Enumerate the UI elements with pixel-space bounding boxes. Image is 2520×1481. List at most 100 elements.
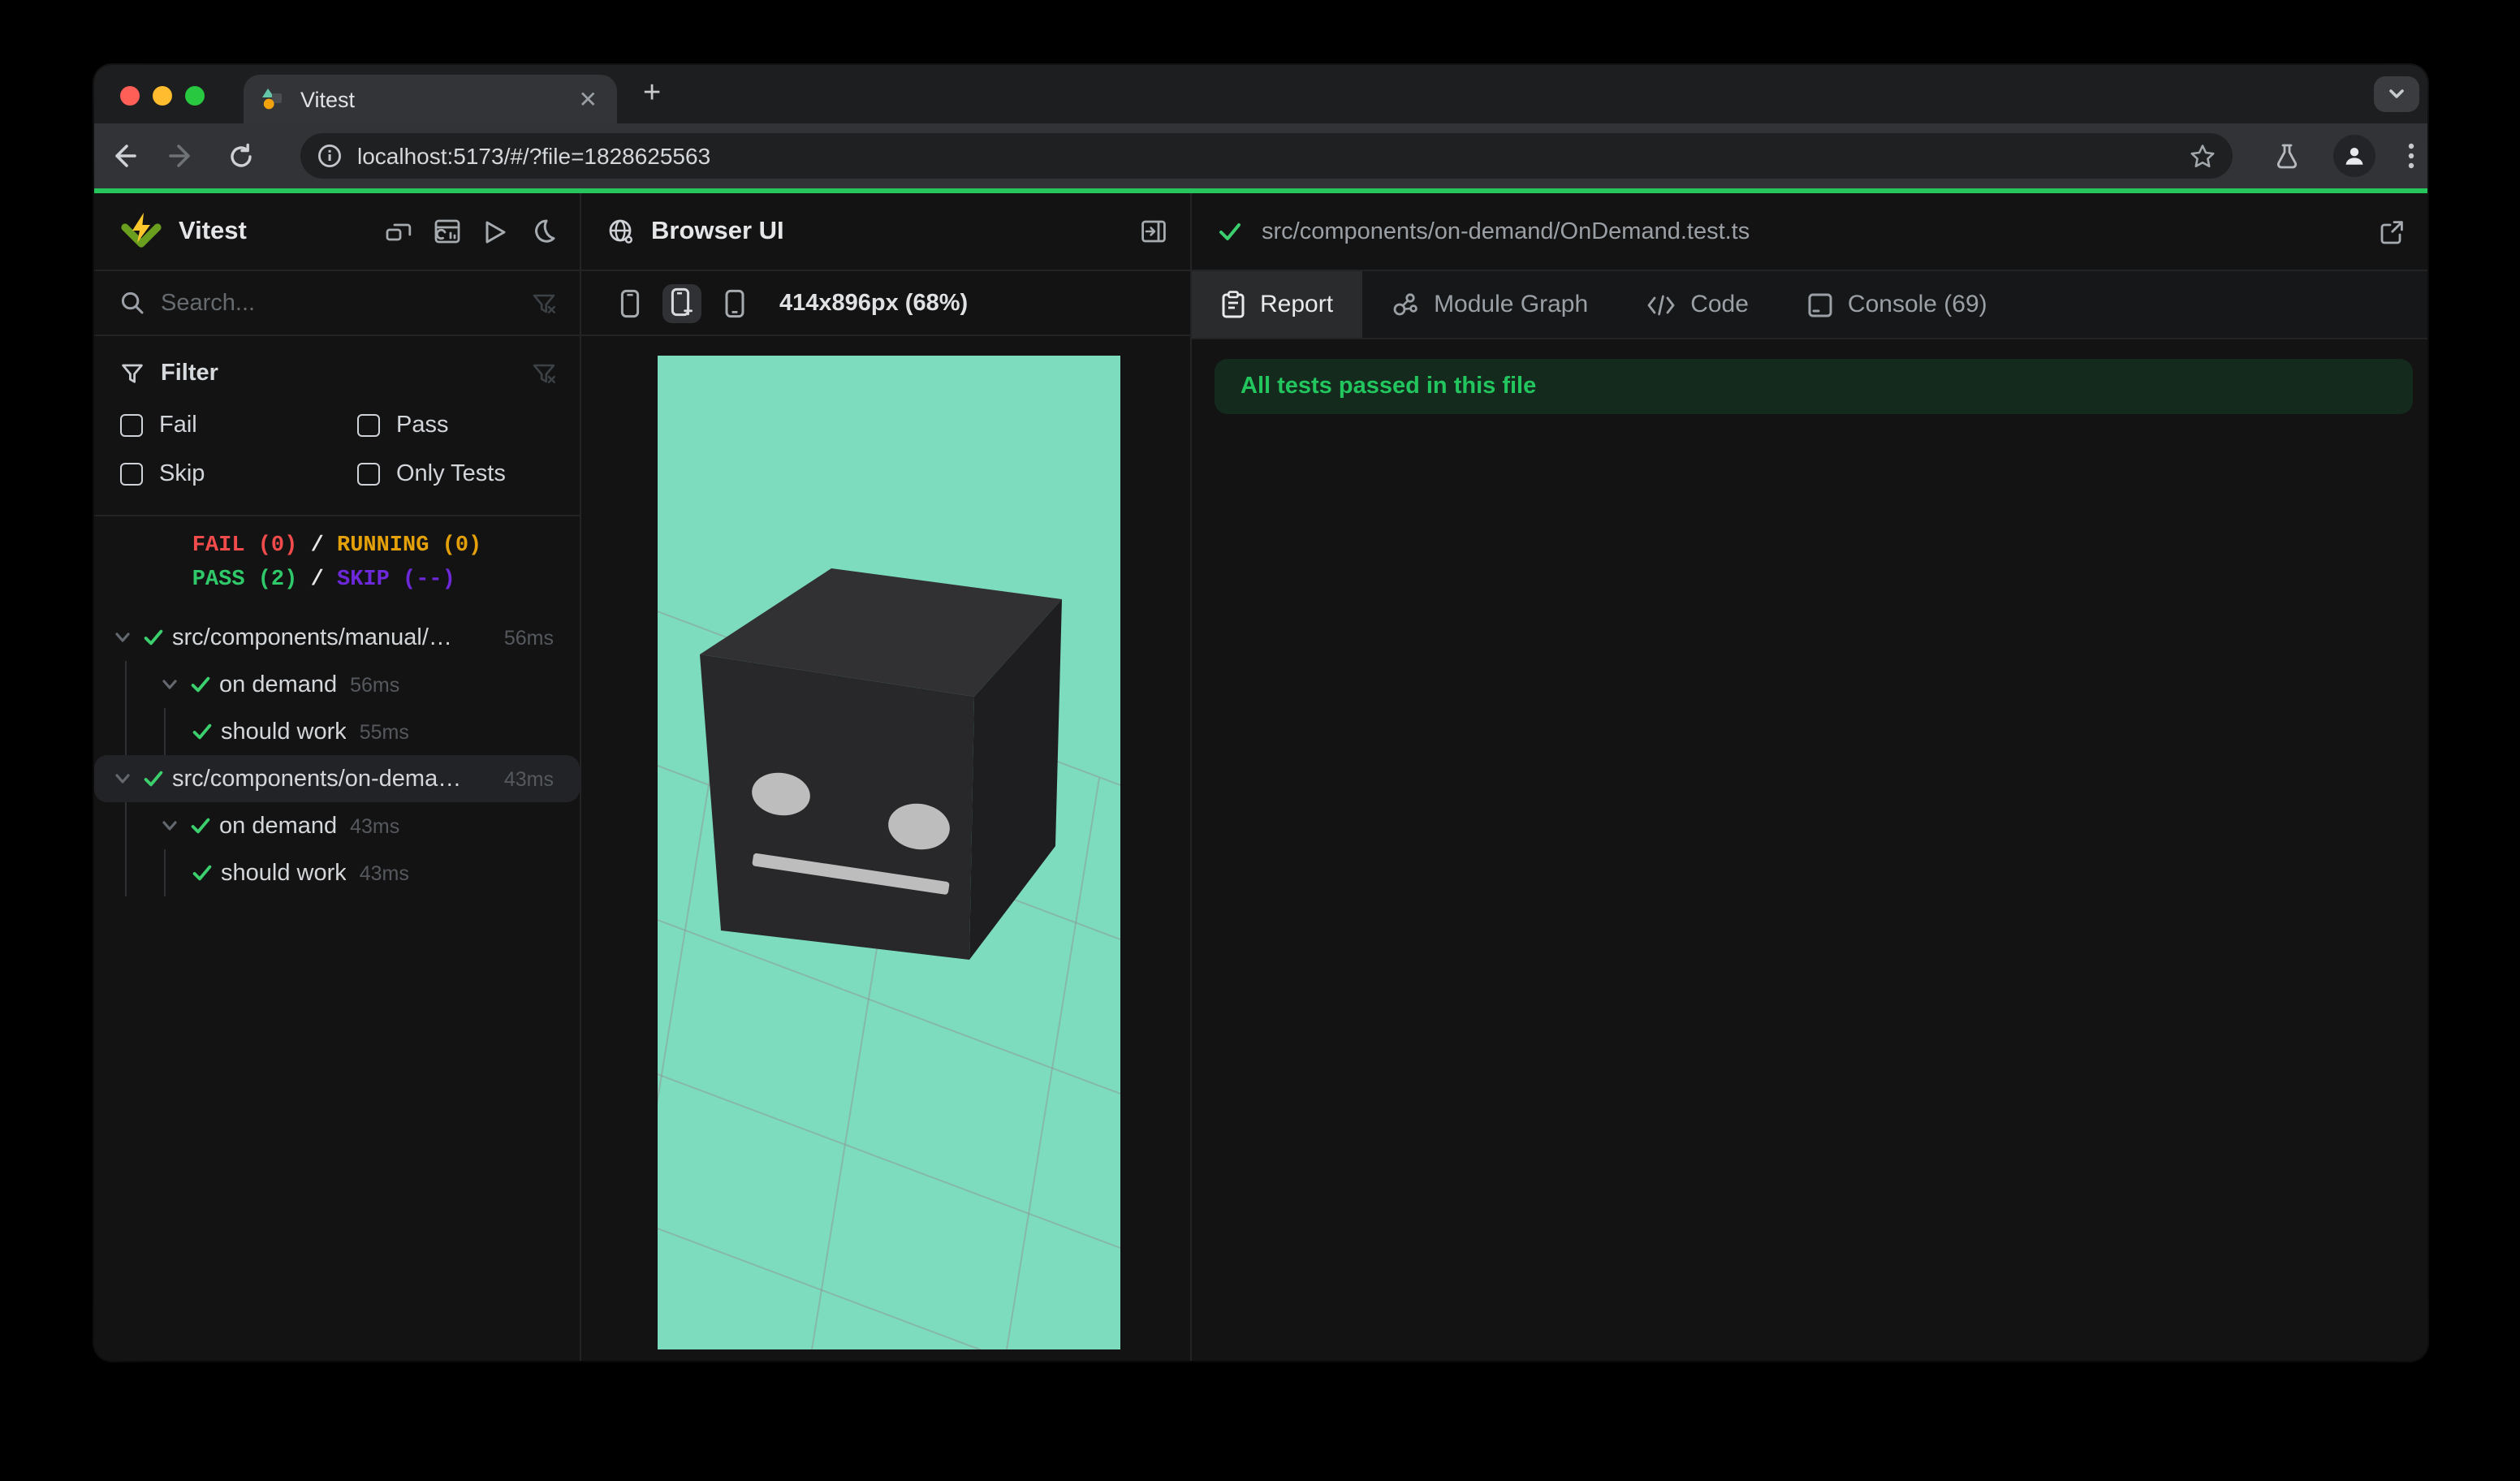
- pass-check-icon: [1218, 219, 1242, 244]
- filter-option-only-tests[interactable]: Only Tests: [357, 450, 557, 499]
- stats-line-1: FAIL (0) / RUNNING (0): [192, 534, 482, 559]
- tree-row-file[interactable]: src/components/manual/… 56ms: [94, 614, 580, 661]
- tree-row-suite[interactable]: on demand 56ms: [94, 661, 580, 708]
- pass-count: PASS (2): [192, 568, 298, 593]
- vitest-favicon: [260, 86, 286, 112]
- dashboard-icon[interactable]: [434, 218, 461, 245]
- forward-button[interactable]: [153, 141, 211, 171]
- tab-label: Report: [1260, 291, 1334, 318]
- tree-row-test[interactable]: should work 55ms: [94, 708, 580, 755]
- address-bar[interactable]: localhost:5173/#/?file=1828625563: [300, 133, 2233, 179]
- back-button[interactable]: [94, 141, 153, 171]
- dark-mode-moon-icon[interactable]: [529, 218, 557, 245]
- checkbox-fail[interactable]: [120, 414, 143, 437]
- menu-kebab-icon[interactable]: [2408, 143, 2414, 169]
- pass-check-icon: [190, 721, 213, 742]
- browser-tab-vitest[interactable]: Vitest ✕: [244, 75, 617, 123]
- tab-console[interactable]: Console (69): [1778, 271, 2017, 338]
- viewport-preset-rotate-button[interactable]: [714, 283, 753, 322]
- clear-search-filter-icon[interactable]: [531, 290, 557, 316]
- tab-code[interactable]: Code: [1617, 271, 1778, 338]
- browser-preview-panel: Browser UI 414x896px (68%): [581, 193, 1192, 1361]
- tree-row-test[interactable]: should work 43ms: [94, 849, 580, 896]
- chevron-down-icon[interactable]: [110, 770, 133, 788]
- maximize-window-button[interactable]: [185, 86, 205, 106]
- filter-section: Filter Fail Pass Skip Only Tests: [94, 336, 580, 516]
- report-header: src/components/on-demand/OnDemand.test.t…: [1192, 193, 2427, 271]
- tab-search-button[interactable]: [2374, 76, 2419, 112]
- search-input[interactable]: Search...: [161, 290, 531, 316]
- collapse-windows-icon[interactable]: [385, 218, 412, 245]
- url-text[interactable]: localhost:5173/#/?file=1828625563: [357, 143, 2189, 169]
- checkbox-skip[interactable]: [120, 463, 143, 486]
- suite-label: on demand: [219, 671, 338, 697]
- browser-toolbar: localhost:5173/#/?file=1828625563: [94, 123, 2427, 188]
- duration: 43ms: [359, 861, 409, 884]
- screen: Vitest ✕ + localhost:5173/#/?file=182862…: [0, 0, 2520, 1481]
- all-tests-passed-banner: All tests passed in this file: [1215, 359, 2413, 414]
- page-info-icon[interactable]: [317, 143, 343, 169]
- filter-option-pass[interactable]: Pass: [357, 401, 557, 450]
- search-bar[interactable]: Search...: [94, 271, 580, 336]
- duration: 43ms: [350, 814, 400, 837]
- checkbox-pass[interactable]: [357, 414, 380, 437]
- test-label: should work: [221, 860, 347, 886]
- tree-row-file-selected[interactable]: src/components/on-dema… 43ms: [94, 755, 580, 802]
- toolbar-right-icons: [2273, 123, 2414, 188]
- tab-label: Module Graph: [1434, 291, 1589, 318]
- checkbox-label: Fail: [159, 412, 197, 438]
- vitest-app: Vitest Search... Filter Fail Pass Skip O…: [94, 193, 2427, 1361]
- viewport-size-label: 414x896px (68%): [779, 290, 969, 316]
- test-file-label: src/components/manual/…: [172, 624, 452, 650]
- close-window-button[interactable]: [120, 86, 140, 106]
- chevron-down-icon[interactable]: [110, 628, 133, 646]
- search-icon: [120, 291, 145, 315]
- filter-options: Fail Pass Skip Only Tests: [120, 401, 557, 499]
- filter-option-fail[interactable]: Fail: [120, 401, 357, 450]
- indent-guide: [164, 849, 166, 896]
- viewport-toolbar: 414x896px (68%): [581, 271, 1190, 336]
- tab-report[interactable]: Report: [1192, 271, 1363, 338]
- duration: 43ms: [503, 767, 554, 790]
- checkbox-only-tests[interactable]: [357, 463, 380, 486]
- browser-window: Vitest ✕ + localhost:5173/#/?file=182862…: [94, 65, 2427, 1361]
- duration: 56ms: [350, 673, 400, 696]
- viewport-preset-add-button[interactable]: [662, 283, 701, 322]
- profile-avatar[interactable]: [2333, 135, 2375, 177]
- preview-stage: [581, 336, 1190, 1361]
- test-file-path: src/components/on-demand/OnDemand.test.t…: [1262, 218, 1750, 244]
- chevron-down-icon: [2389, 89, 2404, 98]
- pass-check-icon: [188, 674, 211, 695]
- collapse-panel-icon[interactable]: [1140, 218, 1167, 245]
- duration: 55ms: [359, 720, 409, 743]
- vitest-logo: [120, 210, 162, 253]
- test-iframe[interactable]: [658, 356, 1120, 1349]
- tree-row-suite[interactable]: on demand 43ms: [94, 802, 580, 849]
- reload-button[interactable]: [211, 142, 270, 170]
- bookmark-star-icon[interactable]: [2189, 142, 2216, 170]
- lab-flask-icon[interactable]: [2273, 142, 2301, 170]
- clear-filter-icon[interactable]: [531, 361, 557, 386]
- viewport-preset-small-button[interactable]: [611, 283, 649, 322]
- minimize-window-button[interactable]: [153, 86, 172, 106]
- run-all-icon[interactable]: [482, 218, 508, 244]
- report-clipboard-icon: [1221, 291, 1245, 318]
- module-graph-icon: [1392, 291, 1419, 318]
- tab-module-graph[interactable]: Module Graph: [1362, 271, 1617, 338]
- test-tree: src/components/manual/… 56ms on demand 5…: [94, 614, 580, 896]
- chevron-down-icon[interactable]: [158, 817, 180, 835]
- report-panel: src/components/on-demand/OnDemand.test.t…: [1192, 193, 2427, 1361]
- external-link-icon[interactable]: [2379, 218, 2405, 244]
- cube: [700, 568, 1062, 960]
- stats-line-2: PASS (2) / SKIP (--): [192, 568, 455, 593]
- console-icon: [1807, 291, 1833, 317]
- tab-close-icon[interactable]: ✕: [576, 84, 601, 114]
- threejs-scene: [658, 356, 1120, 1349]
- new-tab-button[interactable]: +: [643, 78, 661, 109]
- test-label: should work: [221, 719, 347, 745]
- chevron-down-icon[interactable]: [158, 676, 180, 693]
- running-count: RUNNING (0): [337, 534, 482, 559]
- indent-guide: [164, 708, 166, 755]
- filter-title: Filter: [161, 361, 218, 386]
- filter-option-skip[interactable]: Skip: [120, 450, 357, 499]
